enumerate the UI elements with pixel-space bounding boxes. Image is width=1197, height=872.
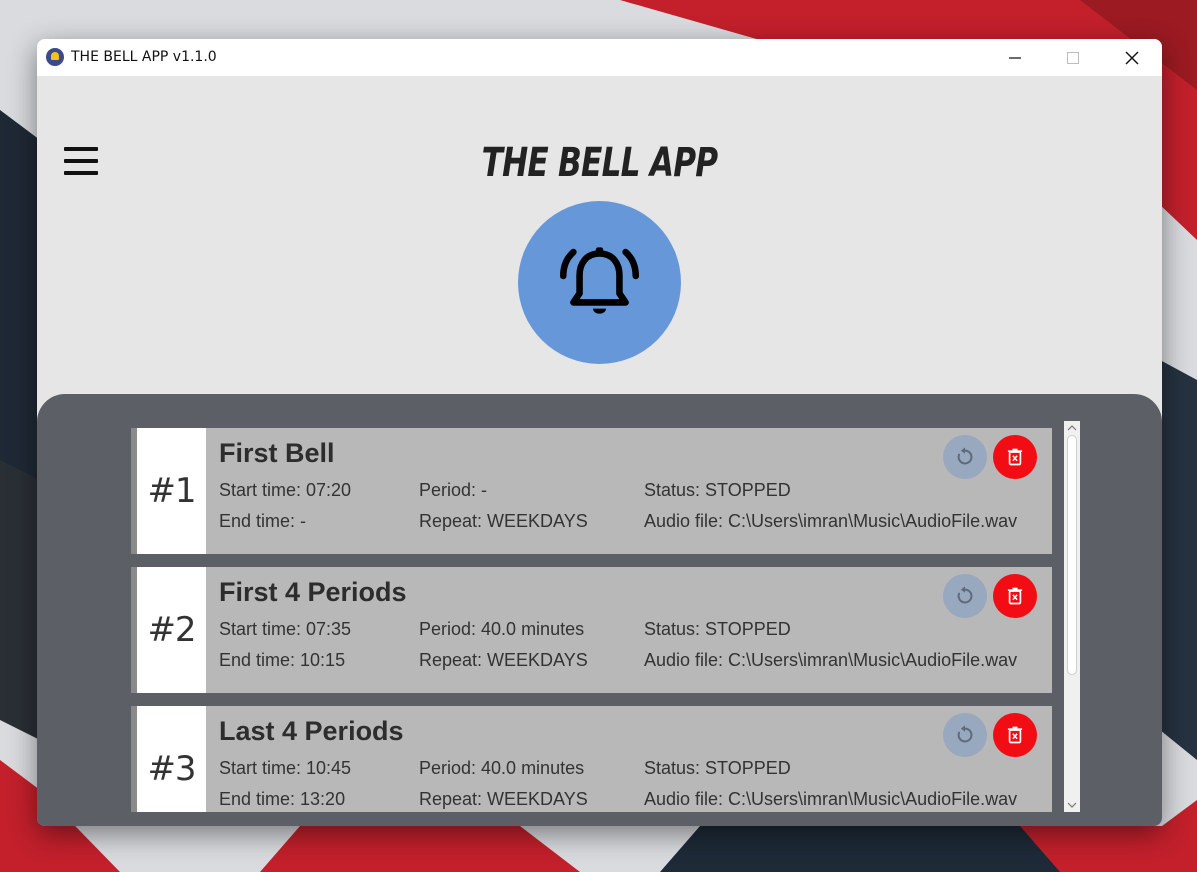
bell-period: Period: 40.0 minutes [419,758,585,778]
close-button[interactable] [1103,39,1161,76]
scrollbar[interactable] [1064,421,1080,812]
bell-audio-file: Audio file: C:\Users\imran\Music\AudioFi… [644,650,1018,670]
app-content: THE BELL APP #1 First Bell Start time: 0… [37,76,1162,826]
minimize-icon [1009,56,1021,59]
app-logo-icon [46,48,64,66]
bell-repeat: Repeat: WEEKDAYS [419,650,588,670]
bell-card[interactable]: #2 First 4 Periods Start time: 07:35 End… [131,567,1052,693]
chevron-up-icon [1067,425,1077,431]
maximize-icon [1067,51,1079,64]
ringing-bell-icon [559,247,640,314]
bell-period: Period: - [419,480,488,500]
bell-audio-file: Audio file: C:\Users\imran\Music\AudioFi… [644,511,1018,531]
bell-card[interactable]: #1 First Bell Start time: 07:20 End time… [131,428,1052,554]
bell-repeat: Repeat: WEEKDAYS [419,511,588,531]
bell-repeat: Repeat: WEEKDAYS [419,789,588,809]
bell-start-time: Start time: 07:35 [219,619,352,639]
bell-number: #1 [137,428,206,554]
bell-number: #2 [137,567,206,693]
close-icon [1125,51,1139,64]
bell-end-time: End time: - [219,511,307,531]
bell-card[interactable]: #3 Last 4 Periods Start time: 10:45 End … [131,706,1052,812]
bell-period: Period: 40.0 minutes [419,619,585,639]
bell-audio-file: Audio file: C:\Users\imran\Music\AudioFi… [644,789,1018,809]
chevron-down-icon [1067,802,1077,808]
delete-button[interactable] [993,713,1037,757]
bell-status: Status: STOPPED [644,619,791,639]
bell-list[interactable]: #1 First Bell Start time: 07:20 End time… [131,428,1052,812]
trash-icon [1007,448,1023,466]
bell-status: Status: STOPPED [644,758,791,778]
bell-name: First Bell [219,438,335,468]
reset-button[interactable] [943,574,987,618]
bell-name: First 4 Periods [219,577,407,607]
trash-icon [1007,726,1023,744]
scroll-down-button[interactable] [1064,798,1080,812]
trash-icon [1007,587,1023,605]
scrollbar-thumb[interactable] [1067,435,1077,675]
reset-button[interactable] [943,435,987,479]
title-bar[interactable]: THE BELL APP v1.1.0 [37,39,1162,76]
reset-button[interactable] [943,713,987,757]
hamburger-menu-icon[interactable] [64,147,98,175]
window-title: THE BELL APP v1.1.0 [71,49,217,65]
bell-end-time: End time: 10:15 [219,650,346,670]
bell-logo [518,201,681,364]
minimize-button[interactable] [986,39,1044,76]
bell-start-time: Start time: 10:45 [219,758,352,778]
scroll-up-button[interactable] [1064,421,1080,435]
bell-start-time: Start time: 07:20 [219,480,352,500]
delete-button[interactable] [993,574,1037,618]
reset-icon [957,447,973,465]
delete-button[interactable] [993,435,1037,479]
bell-end-time: End time: 13:20 [219,789,346,809]
bell-name: Last 4 Periods [219,716,404,746]
reset-icon [957,586,973,604]
reset-icon [957,725,973,743]
maximize-button[interactable] [1044,39,1102,76]
bell-number: #3 [137,706,206,812]
app-title: THE BELL APP [481,140,719,186]
bells-panel: #1 First Bell Start time: 07:20 End time… [37,394,1162,826]
bell-status: Status: STOPPED [644,480,791,500]
app-window: THE BELL APP v1.1.0 THE BELL APP #1 Firs… [37,39,1162,826]
